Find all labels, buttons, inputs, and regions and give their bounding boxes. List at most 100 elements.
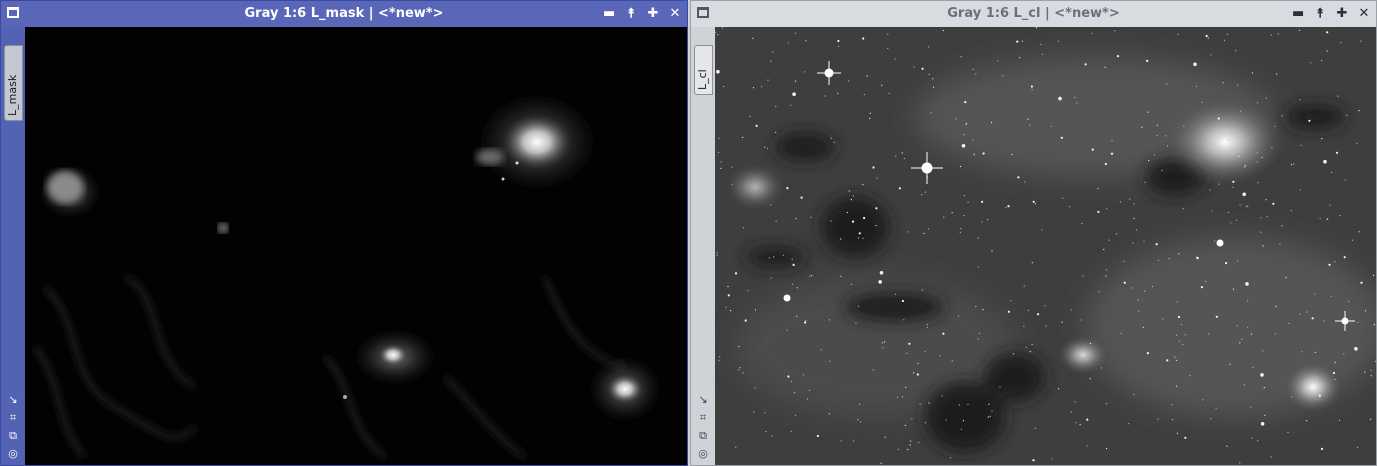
star [1023, 325, 1025, 327]
star [765, 431, 767, 433]
star [1080, 319, 1082, 321]
star [790, 104, 792, 106]
star [863, 93, 865, 96]
star [1110, 152, 1114, 155]
image-viewport[interactable] [715, 27, 1376, 465]
window-title: Gray 1:6 L_cl | <*new*> [947, 6, 1120, 21]
image-viewport[interactable] [25, 27, 687, 465]
fit-view-icon[interactable]: ⌗ [6, 411, 20, 425]
star [997, 60, 999, 62]
star [887, 47, 889, 49]
star [963, 215, 965, 217]
star [978, 332, 981, 335]
star [725, 306, 727, 308]
star [848, 190, 850, 192]
star [1017, 176, 1020, 179]
star [770, 277, 772, 279]
maximize-button[interactable]: ✚ [647, 7, 659, 20]
star [912, 372, 915, 374]
star [977, 237, 979, 239]
star [1329, 204, 1331, 206]
star [1157, 259, 1159, 261]
close-button[interactable]: ✕ [1358, 7, 1370, 20]
star [1168, 258, 1170, 260]
star [894, 293, 897, 295]
star [1321, 138, 1323, 140]
maximize-button[interactable]: ✚ [1336, 7, 1348, 20]
star [727, 294, 730, 297]
star [878, 280, 882, 284]
star [1142, 326, 1144, 328]
star [901, 299, 904, 303]
star [1161, 169, 1163, 171]
star [881, 84, 883, 86]
star [924, 350, 926, 352]
star [790, 430, 792, 432]
star [1143, 240, 1145, 242]
resize-icon[interactable]: ↘ [6, 393, 20, 407]
star [1334, 361, 1336, 363]
star [963, 134, 965, 136]
star [919, 403, 921, 405]
resize-icon[interactable]: ↘ [696, 393, 710, 407]
star [1201, 101, 1203, 103]
star [1103, 248, 1105, 251]
star [1306, 311, 1308, 313]
star [1208, 333, 1210, 335]
star [907, 448, 909, 451]
star [1155, 243, 1158, 246]
star [1116, 233, 1118, 235]
shade-button[interactable]: ⯭ [1314, 7, 1326, 20]
star [1301, 351, 1303, 353]
titlebar[interactable]: Gray 1:6 L_mask | <*new*> ▬ ⯭ ✚ ✕ [1, 1, 687, 27]
star [1236, 325, 1238, 327]
star [717, 34, 719, 36]
target-icon[interactable]: ◎ [696, 447, 710, 461]
target-icon[interactable]: ◎ [6, 447, 20, 461]
star [1060, 136, 1063, 139]
star [1235, 50, 1237, 52]
star [1174, 356, 1176, 358]
star [754, 387, 756, 389]
star [895, 155, 897, 157]
star [981, 221, 983, 223]
star [1251, 437, 1253, 439]
clone-icon[interactable]: ⧉ [6, 429, 20, 443]
star [734, 272, 738, 275]
star [1218, 183, 1220, 185]
star [906, 352, 908, 354]
star [972, 68, 974, 70]
star [1227, 211, 1230, 213]
star [1205, 280, 1207, 282]
star [782, 254, 784, 256]
star [930, 112, 932, 114]
star [1228, 139, 1230, 141]
fit-view-icon[interactable]: ⌗ [696, 411, 710, 425]
star [1339, 215, 1341, 217]
star [1128, 423, 1130, 425]
star [1147, 60, 1149, 62]
star [924, 422, 926, 424]
view-tab[interactable]: L_cl [694, 45, 713, 95]
star [960, 165, 962, 168]
titlebar[interactable]: Gray 1:6 L_cl | <*new*> ▬ ⯭ ✚ ✕ [691, 1, 1376, 27]
star [1356, 142, 1358, 144]
image-window-l-cl[interactable]: Gray 1:6 L_cl | <*new*> ▬ ⯭ ✚ ✕ L_cl ↘ ⌗… [690, 0, 1377, 466]
minimize-button[interactable]: ▬ [1292, 7, 1304, 20]
star [1141, 126, 1143, 128]
star [742, 136, 744, 139]
star [1151, 285, 1153, 288]
image-window-l-mask[interactable]: Gray 1:6 L_mask | <*new*> ▬ ⯭ ✚ ✕ L_mask… [0, 0, 688, 466]
star [731, 183, 733, 185]
clone-icon[interactable]: ⧉ [696, 429, 710, 443]
close-button[interactable]: ✕ [669, 7, 681, 20]
star [991, 410, 993, 412]
star [1370, 418, 1372, 420]
minimize-button[interactable]: ▬ [603, 7, 615, 20]
star [830, 220, 832, 222]
star [1265, 199, 1267, 201]
star [1260, 373, 1264, 377]
shade-button[interactable]: ⯭ [625, 7, 637, 20]
view-tab[interactable]: L_mask [4, 45, 23, 121]
star [1166, 359, 1169, 362]
